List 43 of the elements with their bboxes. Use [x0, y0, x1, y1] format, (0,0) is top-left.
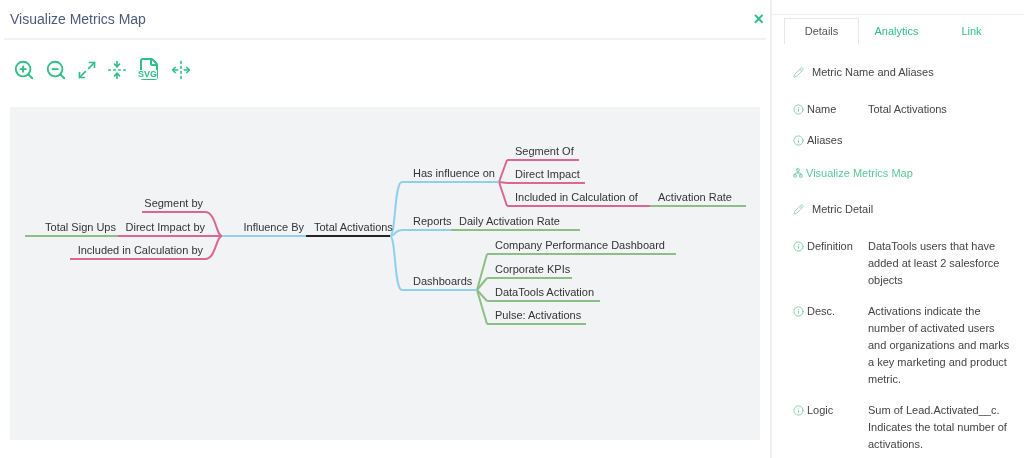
- zoom-in-icon[interactable]: [13, 59, 35, 81]
- pencil-icon: [793, 66, 804, 78]
- map-node[interactable]: Dashboards: [405, 271, 477, 291]
- map-node[interactable]: Included in Calculation by: [70, 240, 205, 260]
- field-label: Desc.: [807, 303, 836, 319]
- section-title: Metric Name and Aliases: [812, 65, 934, 80]
- split-icon[interactable]: [171, 60, 191, 80]
- field-value: Total Activations: [868, 101, 948, 117]
- map-node[interactable]: Company Performance Dashboard: [487, 235, 676, 255]
- expand-icon[interactable]: [77, 60, 97, 80]
- map-node[interactable]: Direct Impact: [507, 164, 585, 184]
- info-icon: [793, 305, 804, 317]
- map-node[interactable]: Influence By: [222, 217, 306, 237]
- map-node[interactable]: Total Sign Ups: [25, 217, 118, 237]
- map-node[interactable]: Direct Impact by: [118, 217, 207, 237]
- map-node[interactable]: Pulse: Activations: [487, 305, 586, 325]
- map-node[interactable]: DataTools Activation: [487, 282, 600, 302]
- map-node[interactable]: Has influence on: [405, 163, 499, 183]
- field-label: Definition: [807, 238, 853, 254]
- info-icon: [793, 240, 804, 252]
- tab[interactable]: Details: [784, 18, 859, 44]
- map-node[interactable]: Reports: [405, 211, 451, 231]
- map-node[interactable]: Included in Calculation of: [507, 187, 650, 207]
- field-value: Activations indicate the number of activated users and organizations and marks a key marketing and product metric.: [868, 303, 1011, 387]
- hierarchy-icon: [793, 167, 803, 178]
- map-node[interactable]: Corporate KPIs: [487, 259, 572, 279]
- info-icon: [793, 134, 804, 146]
- pencil-icon: [793, 203, 804, 215]
- map-node[interactable]: Activation Rate: [650, 187, 746, 207]
- section-title: Metric Detail: [812, 202, 874, 217]
- field-value: DataTools users that have added at least 2 salesforce objects: [868, 238, 1001, 288]
- map-node[interactable]: Daily Activation Rate: [451, 211, 580, 231]
- field-label: Aliases: [807, 132, 843, 148]
- field-label: Name: [807, 101, 837, 117]
- field-label: Logic: [807, 402, 834, 418]
- collapse-icon[interactable]: [107, 60, 127, 80]
- map-node[interactable]: Segment by: [142, 193, 205, 213]
- zoom-out-icon[interactable]: [45, 59, 67, 81]
- info-icon: [793, 103, 804, 115]
- field-value: Sum of Lead.Activated__c. Indicates the total number of activations.: [868, 402, 1008, 452]
- dialog-title: Visualize Metrics Map: [9, 9, 146, 29]
- map-node[interactable]: Segment Of: [507, 141, 579, 161]
- info-icon: [793, 404, 804, 416]
